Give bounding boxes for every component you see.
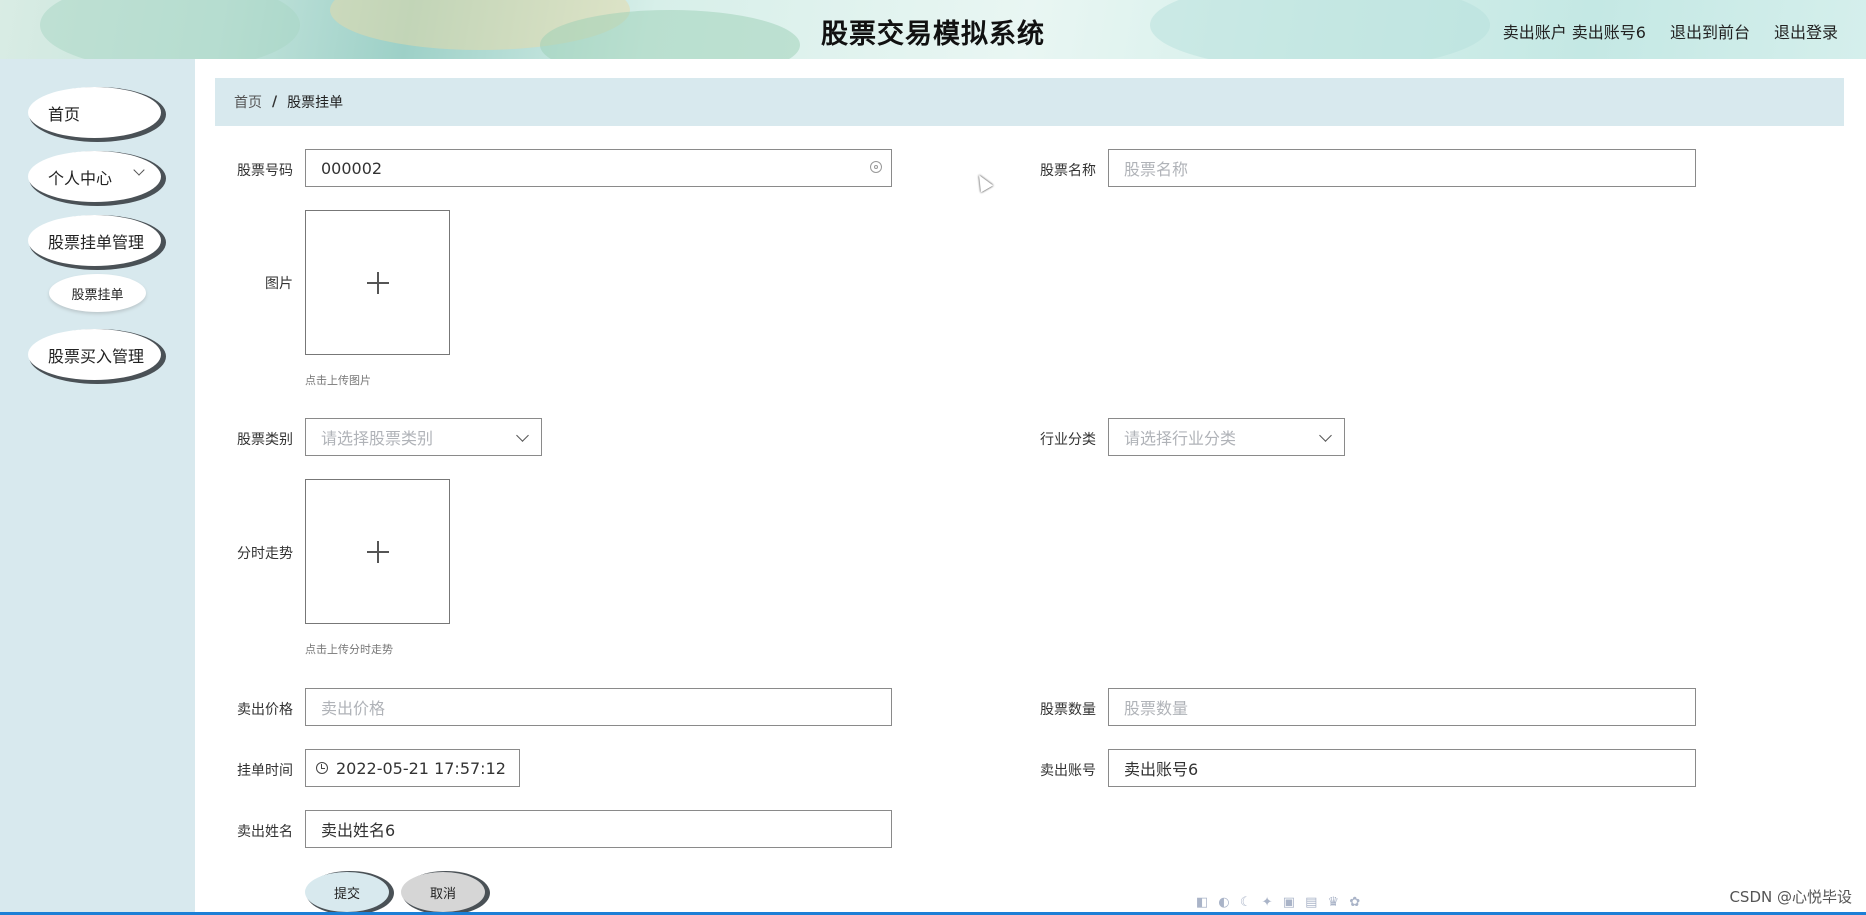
chevron-down-icon xyxy=(516,429,529,442)
breadcrumb-current: 股票挂单 xyxy=(287,95,344,111)
stock-name-placeholder: 股票名称 xyxy=(1124,160,1189,179)
breadcrumb: 首页 / 股票挂单 xyxy=(215,78,1844,126)
stock-code-input[interactable]: 000002 xyxy=(305,149,892,187)
account-info: 卖出账户 卖出账号6 xyxy=(1502,23,1646,42)
trend-upload-hint: 点击上传分时走势 xyxy=(305,643,393,656)
sell-price-placeholder: 卖出价格 xyxy=(321,699,386,718)
sell-price-label: 卖出价格 xyxy=(237,702,293,718)
chevron-down-icon xyxy=(133,164,145,176)
seller-name-label: 卖出姓名 xyxy=(237,824,293,840)
image-label: 图片 xyxy=(265,276,293,292)
order-time-label: 挂单时间 xyxy=(237,763,293,779)
sidebar-item-label: 股票挂单管理 xyxy=(48,232,145,252)
industry-label: 行业分类 xyxy=(1040,432,1096,448)
sidebar-item-stock-buy-management[interactable]: 股票买入管理 xyxy=(28,329,161,380)
stock-category-select[interactable]: 请选择股票类别 xyxy=(305,418,542,456)
stock-category-placeholder: 请选择股票类别 xyxy=(321,429,434,448)
sidebar: 首页 个人中心 股票挂单管理 股票挂单 股票买入管理 xyxy=(0,59,195,915)
sell-account-label: 卖出账号 xyxy=(1040,763,1096,779)
chevron-down-icon xyxy=(1319,429,1332,442)
top-header: 股票交易模拟系统 卖出账户 卖出账号6 退出到前台 退出登录 xyxy=(0,0,1866,59)
clear-icon[interactable] xyxy=(870,161,882,173)
logout-link[interactable]: 退出登录 xyxy=(1774,19,1838,43)
cancel-button-label: 取消 xyxy=(429,886,456,902)
sell-account-input[interactable]: 卖出账号6 xyxy=(1108,749,1696,787)
sidebar-item-label: 股票挂单 xyxy=(71,287,124,303)
breadcrumb-home[interactable]: 首页 xyxy=(234,92,262,112)
industry-select[interactable]: 请选择行业分类 xyxy=(1108,418,1345,456)
tray-icons: ◧ ◐ ☾ ✦ ▣ ▤ ♛ ✿ xyxy=(1196,895,1364,910)
sidebar-item-label: 首页 xyxy=(48,104,81,124)
sidebar-item-stock-order-management[interactable]: 股票挂单管理 xyxy=(28,215,161,266)
sidebar-item-label: 个人中心 xyxy=(48,168,113,188)
trend-upload[interactable] xyxy=(305,479,450,624)
stock-code-label: 股票号码 xyxy=(237,163,293,179)
seller-name-value: 卖出姓名6 xyxy=(321,821,396,840)
stock-category-label: 股票类别 xyxy=(237,432,293,448)
sidebar-item-label: 股票买入管理 xyxy=(48,346,145,366)
stock-name-label: 股票名称 xyxy=(1040,163,1096,179)
header-actions: 卖出账户 卖出账号6 退出到前台 退出登录 xyxy=(1503,19,1838,43)
submit-button[interactable]: 提交 xyxy=(305,872,389,912)
to-frontend-link[interactable]: 退出到前台 xyxy=(1670,19,1750,43)
watermark: CSDN @心悦毕设 xyxy=(1729,888,1852,906)
sidebar-item-personal-center[interactable]: 个人中心 xyxy=(28,151,161,202)
industry-placeholder: 请选择行业分类 xyxy=(1124,429,1237,448)
quantity-placeholder: 股票数量 xyxy=(1124,699,1189,718)
mouse-cursor-icon xyxy=(972,171,994,193)
clock-icon xyxy=(316,762,328,774)
trend-label: 分时走势 xyxy=(237,546,293,562)
image-upload[interactable] xyxy=(305,210,450,355)
seller-name-input[interactable]: 卖出姓名6 xyxy=(305,810,892,848)
cancel-button[interactable]: 取消 xyxy=(401,872,485,912)
sidebar-item-home[interactable]: 首页 xyxy=(28,87,161,138)
image-upload-hint: 点击上传图片 xyxy=(305,374,371,387)
sell-account-value: 卖出账号6 xyxy=(1124,760,1199,779)
submit-button-label: 提交 xyxy=(333,886,360,902)
order-time-value: 2022-05-21 17:57:12 xyxy=(336,758,506,778)
sidebar-subitem-stock-order[interactable]: 股票挂单 xyxy=(49,274,146,312)
stock-name-input[interactable]: 股票名称 xyxy=(1108,149,1696,187)
stock-code-value: 000002 xyxy=(321,158,383,178)
order-time-picker[interactable]: 2022-05-21 17:57:12 xyxy=(305,749,520,787)
breadcrumb-separator: / xyxy=(272,94,278,110)
sell-price-input[interactable]: 卖出价格 xyxy=(305,688,892,726)
quantity-label: 股票数量 xyxy=(1040,702,1096,718)
quantity-input[interactable]: 股票数量 xyxy=(1108,688,1696,726)
